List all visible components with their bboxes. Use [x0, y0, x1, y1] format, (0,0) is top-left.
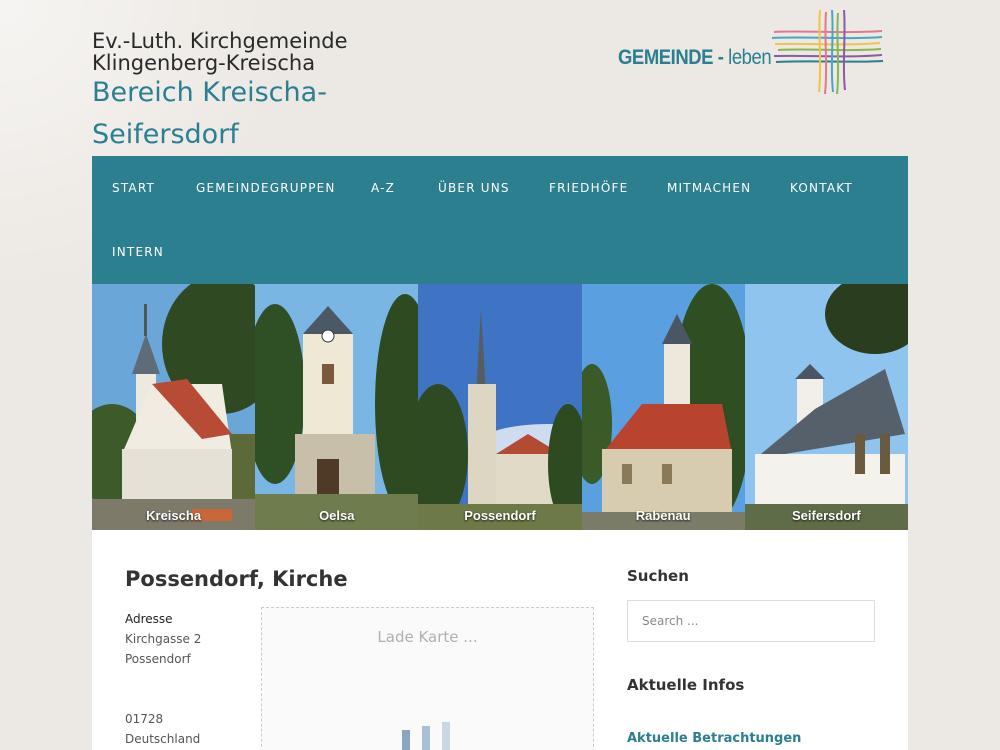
loading-bars-icon: [402, 722, 450, 750]
churches-banner: Kreischa Oelsa Possendorf Rabenau Seifer…: [92, 284, 908, 530]
nav-item-friedhoefe[interactable]: FRIEDHÖFE: [549, 156, 628, 220]
search-input[interactable]: [627, 600, 875, 642]
nav-item-start[interactable]: START: [112, 156, 155, 220]
main-content: Possendorf, Kirche Adresse Kirchgasse 2 …: [92, 530, 908, 750]
banner-caption-possendorf: Possendorf: [464, 508, 536, 523]
site-title-link[interactable]: Bereich Kreischa-Seifersdorf: [92, 72, 392, 156]
address-spacer: [125, 669, 255, 689]
address-block: Adresse Kirchgasse 2 Possendorf 01728 De…: [125, 609, 255, 749]
logo-text: GEMEINDE - leben: [618, 46, 772, 69]
organization-name: Ev.-Luth. Kirchgemeinde Klingenberg-Krei…: [92, 30, 412, 74]
nav-item-ueber-uns[interactable]: ÜBER UNS: [438, 156, 510, 220]
banner-caption-oelsa: Oelsa: [319, 508, 355, 523]
address-label: Adresse: [125, 612, 173, 626]
rabenau-church-image: [581, 284, 745, 530]
infos-heading: Aktuelle Infos: [627, 676, 745, 694]
org-name-line-2: Klingenberg-Kreischa: [92, 51, 316, 75]
address-spacer: [125, 689, 255, 709]
nav-item-intern[interactable]: INTERN: [112, 220, 164, 284]
main-navigation: START GEMEINDEGRUPPEN A-Z ÜBER UNS FRIED…: [92, 156, 908, 284]
banner-caption-seifersdorf: Seifersdorf: [792, 508, 861, 523]
nav-item-a-z[interactable]: A-Z: [371, 156, 395, 220]
cross-lines-icon: [772, 10, 884, 94]
search-heading: Suchen: [627, 567, 689, 585]
address-street: Kirchgasse 2: [125, 632, 202, 646]
banner-caption-kreischa: Kreischa: [146, 508, 202, 523]
banner-caption-rabenau: Rabenau: [635, 508, 691, 523]
kreischa-church-image: [92, 284, 256, 530]
address-country: Deutschland: [125, 732, 201, 746]
banner-panel-oelsa[interactable]: Oelsa: [255, 284, 419, 530]
nav-item-gemeindegruppen[interactable]: GEMEINDEGRUPPEN: [196, 156, 336, 220]
nav-item-mitmachen[interactable]: MITMACHEN: [667, 156, 751, 220]
map-loading-text: Lade Karte ...: [377, 628, 478, 646]
possendorf-church-image: [418, 284, 582, 530]
banner-panel-possendorf[interactable]: Possendorf: [418, 284, 582, 530]
banner-panel-kreischa[interactable]: Kreischa: [92, 284, 256, 530]
map-container[interactable]: Lade Karte ...: [261, 607, 594, 750]
gemeinde-leben-logo[interactable]: GEMEINDE - leben: [618, 10, 888, 100]
banner-panel-rabenau[interactable]: Rabenau: [581, 284, 745, 530]
seifersdorf-church-image: [744, 284, 908, 530]
org-name-line-1: Ev.-Luth. Kirchgemeinde: [92, 29, 348, 53]
page-title: Possendorf, Kirche: [125, 567, 348, 591]
address-postcode: 01728: [125, 712, 164, 726]
banner-panel-seifersdorf[interactable]: Seifersdorf: [744, 284, 908, 530]
site-header: Ev.-Luth. Kirchgemeinde Klingenberg-Krei…: [92, 10, 908, 156]
link-aktuelle-betrachtungen[interactable]: Aktuelle Betrachtungen: [627, 731, 801, 746]
address-city: Possendorf: [125, 652, 191, 666]
nav-item-kontakt[interactable]: KONTAKT: [790, 156, 853, 220]
oelsa-church-image: [255, 284, 419, 530]
